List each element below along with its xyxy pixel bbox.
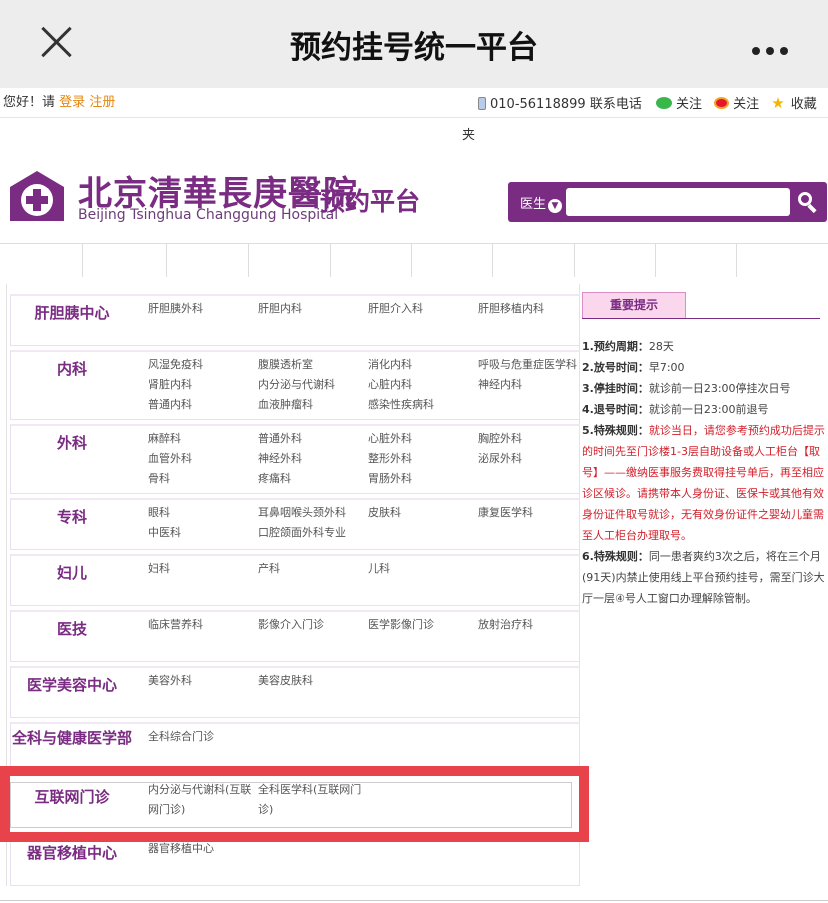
department-row: 医技 临床营养科 影像介入门诊 医学影像门诊 放射治疗科 [10, 610, 580, 662]
sub-department-link[interactable]: 血液肿瘤科 [258, 398, 313, 412]
notice-item: 4.退号时间：就诊前一日23:00前退号 [582, 403, 769, 416]
sub-department-link[interactable]: 感染性疾病科 [368, 398, 434, 412]
phone-number: 010-56118899 [490, 97, 586, 112]
wechat-icon [655, 97, 672, 109]
search-input[interactable] [566, 188, 790, 216]
department-name[interactable]: 专科 [10, 508, 134, 526]
notice-item: 1.预约周期：28天 [582, 340, 674, 353]
department-name[interactable]: 医学美容中心 [10, 676, 134, 694]
sub-department-link[interactable]: 皮肤科 [368, 506, 401, 520]
sub-department-link[interactable]: 肝胆内科 [258, 302, 302, 316]
sub-department-link[interactable]: 泌尿外科 [478, 452, 522, 466]
sub-department-link[interactable]: 整形外科 [368, 452, 412, 466]
sub-department-link[interactable]: 产科 [258, 562, 280, 576]
department-row: 肝胆胰中心 肝胆胰外科 肝胆内科 肝胆介入科 肝胆移植内科 [10, 294, 580, 346]
department-name[interactable]: 医技 [10, 620, 134, 638]
sub-department-link[interactable]: 内分泌与代谢科 [258, 378, 335, 392]
department-row: 妇儿 妇科 产科 儿科 [10, 554, 580, 606]
sub-department-link[interactable]: 肝胆胰外科 [148, 302, 203, 316]
sub-department-link[interactable]: 中医科 [148, 526, 181, 540]
sub-department-link[interactable]: 风湿免疫科 [148, 358, 203, 372]
sub-department-link[interactable]: 胃肠外科 [368, 472, 412, 486]
register-link[interactable]: 注册 [89, 95, 115, 110]
greeting: 您好！请 登录 注册 [3, 95, 116, 110]
sub-department-link[interactable]: 儿科 [368, 562, 390, 576]
department-name[interactable]: 外科 [10, 434, 134, 452]
sub-department-link[interactable]: 妇科 [148, 562, 170, 576]
sub-department-link[interactable]: 眼科 [148, 506, 170, 520]
nav-strip [0, 243, 828, 277]
sub-department-link[interactable]: 美容外科 [148, 674, 192, 688]
department-row: 医学美容中心 美容外科 美容皮肤科 [10, 666, 580, 718]
notice-tab[interactable]: 重要提示 [582, 292, 686, 319]
department-row: 外科 麻醉科 普通外科 心脏外科 胸腔外科血管外科 神经外科 整形外科 泌尿外科骨科 疼痛科 胃肠… [10, 424, 580, 494]
sub-department-link[interactable]: 神经内科 [478, 378, 522, 392]
favorite-link[interactable]: 收藏 [791, 97, 817, 112]
sub-department-link[interactable]: 呼吸与危重症医学科 [478, 358, 577, 372]
sub-department-link[interactable]: 神经外科 [258, 452, 302, 466]
sub-department-link[interactable]: 器官移植中心 [148, 842, 214, 856]
sub-department-link[interactable]: 影像介入门诊 [258, 618, 324, 632]
notice-item: 6.特殊规则：同一患者爽约3次之后，将在三个月(91天)内禁止使用线上平台预约挂… [582, 550, 825, 605]
department-name[interactable]: 器官移植中心 [10, 844, 134, 862]
sub-department-link[interactable]: 腹膜透析室 [258, 358, 313, 372]
platform-label: 预约平台 [320, 187, 421, 216]
sub-department-link[interactable]: 心脏外科 [368, 432, 412, 446]
hospital-name-en: Beijing Tsinghua Changgung Hospital [78, 207, 339, 223]
sub-department-link[interactable]: 普通外科 [258, 432, 302, 446]
search-bar: 医生 ▼ [508, 182, 827, 222]
highlight-box [0, 766, 589, 842]
more-menu-icon[interactable] [752, 40, 794, 59]
sub-department-link[interactable]: 消化内科 [368, 358, 412, 372]
sub-department-link[interactable]: 耳鼻咽喉头颈外科 [258, 506, 346, 520]
star-icon: ★ [771, 94, 785, 112]
sub-department-link[interactable]: 肝胆移植内科 [478, 302, 544, 316]
notice-item: 3.停挂时间：就诊前一日23:00停挂次日号 [582, 382, 791, 395]
sub-department-link[interactable]: 临床营养科 [148, 618, 203, 632]
sub-department-link[interactable]: 康复医学科 [478, 506, 533, 520]
follow-wechat-link[interactable]: 关注 [676, 97, 702, 112]
hospital-logo-icon [10, 171, 64, 221]
wechat-header: 预约挂号统一平台 [0, 0, 828, 88]
chevron-down-icon: ▼ [548, 199, 563, 213]
sub-department-link[interactable]: 美容皮肤科 [258, 674, 313, 688]
phone-label: 联系电话 [589, 97, 642, 112]
sub-department-link[interactable]: 普通内科 [148, 398, 192, 412]
search-button[interactable] [793, 188, 821, 216]
sub-department-link[interactable]: 血管外科 [148, 452, 192, 466]
department-name[interactable]: 全科与健康医学部 [10, 730, 134, 746]
sub-department-link[interactable]: 医学影像门诊 [368, 618, 434, 632]
phone-icon [478, 97, 486, 110]
search-type-select[interactable]: 医生 ▼ [520, 193, 563, 213]
follow-weibo-link[interactable]: 关注 [733, 97, 759, 112]
department-row: 专科 眼科 耳鼻咽喉头颈外科 皮肤科 康复医学科中医科 口腔颌面外科专业 [10, 498, 580, 550]
sub-department-link[interactable]: 放射治疗科 [478, 618, 533, 632]
department-row: 内科 风湿免疫科 腹膜透析室 消化内科 呼吸与危重症医学科肾脏内科 内分泌与代谢科 心脏内科… [10, 350, 580, 420]
sub-department-link[interactable]: 全科综合门诊 [148, 730, 214, 744]
notice-item: 2.放号时间：早7:00 [582, 361, 685, 374]
sub-department-link[interactable]: 骨科 [148, 472, 170, 486]
weibo-icon [714, 97, 730, 109]
sub-department-link[interactable]: 口腔颌面外科专业 [258, 526, 346, 540]
sub-department-link[interactable]: 胸腔外科 [478, 432, 522, 446]
sub-department-link[interactable]: 肝胆介入科 [368, 302, 423, 316]
notice-item: 5.特殊规则：就诊当日，请您参考预约成功后提示的时间先至门诊楼1-3层自助设备或… [582, 424, 825, 542]
contact-bar: 010-56118899 联系电话 关注 关注 ★ 收藏 [478, 88, 817, 120]
page-title: 预约挂号统一平台 [290, 30, 538, 66]
department-name[interactable]: 肝胆胰中心 [10, 304, 134, 322]
sub-department-link[interactable]: 心脏内科 [368, 378, 412, 392]
department-name[interactable]: 内科 [10, 360, 134, 378]
sub-department-link[interactable]: 疼痛科 [258, 472, 291, 486]
sub-department-link[interactable]: 麻醉科 [148, 432, 181, 446]
top-info-bar: 您好！请 登录 注册 010-56118899 联系电话 关注 关注 ★ 收藏 [0, 88, 828, 118]
login-link[interactable]: 登录 [59, 95, 85, 110]
text-fragment: 夹 [462, 128, 476, 143]
department-name[interactable]: 妇儿 [10, 564, 134, 582]
sub-department-link[interactable]: 肾脏内科 [148, 378, 192, 392]
